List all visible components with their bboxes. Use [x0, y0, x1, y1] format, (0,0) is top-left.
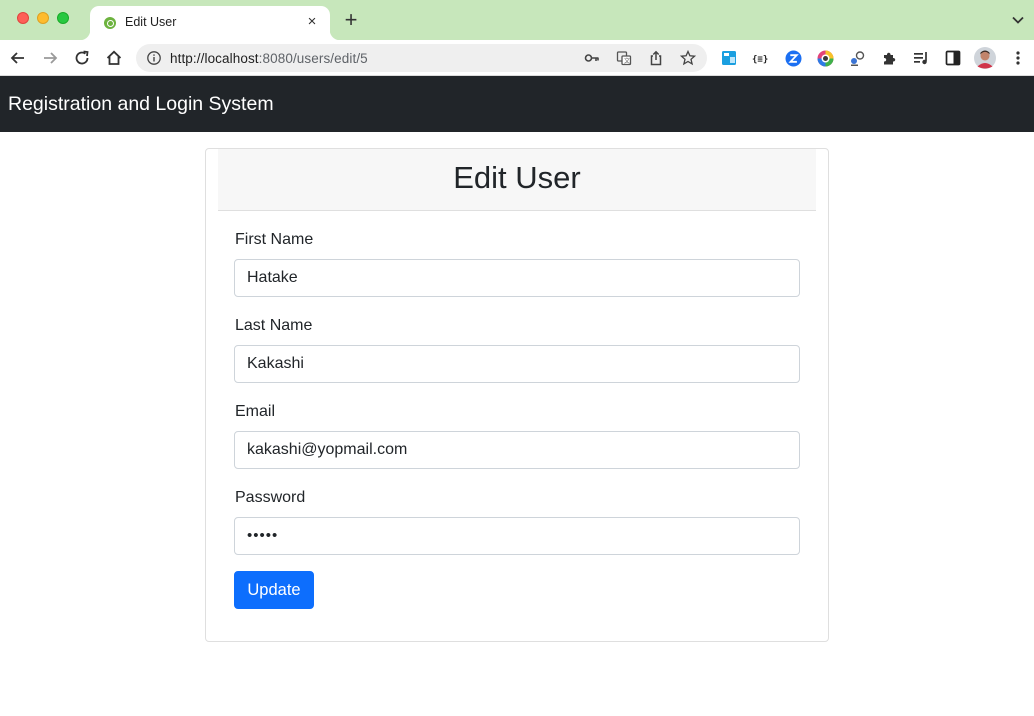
translate-icon[interactable]: 文 — [615, 49, 633, 67]
browser-menu-icon[interactable] — [1008, 48, 1028, 68]
window-close-button[interactable] — [17, 12, 29, 24]
window-zoom-button[interactable] — [57, 12, 69, 24]
bookmark-star-icon[interactable] — [679, 49, 697, 67]
first-name-input[interactable]: Hatake — [234, 259, 800, 297]
email-input[interactable]: kakashi@yopmail.com — [234, 431, 800, 469]
top-navbar: Registration and Login System — [0, 76, 1034, 132]
browser-tabstrip: Edit User × + — [0, 0, 1034, 40]
reading-list-icon[interactable] — [911, 48, 931, 68]
last-name-label: Last Name — [235, 317, 313, 334]
extension-blue-window-icon[interactable] — [719, 48, 739, 68]
update-button[interactable]: Update — [234, 571, 314, 609]
reload-icon[interactable] — [70, 46, 94, 70]
forward-icon[interactable] — [38, 46, 62, 70]
navbar-brand[interactable]: Registration and Login System — [8, 93, 274, 116]
email-label: Email — [235, 403, 276, 420]
extension-gear-icon[interactable] — [847, 48, 867, 68]
address-bar[interactable]: http://localhost:8080/users/edit/5 文 — [136, 44, 707, 72]
share-icon[interactable] — [647, 49, 665, 67]
address-url[interactable]: http://localhost:8080/users/edit/5 — [170, 51, 368, 66]
window-minimize-button[interactable] — [37, 12, 49, 24]
svg-text:{≡}: {≡} — [752, 55, 768, 65]
profile-avatar[interactable] — [974, 47, 996, 69]
home-icon[interactable] — [102, 46, 126, 70]
svg-text:文: 文 — [624, 57, 630, 65]
side-panel-icon[interactable] — [943, 48, 963, 68]
password-label: Password — [235, 489, 306, 506]
last-name-input[interactable]: Kakashi — [234, 345, 800, 383]
edit-user-card: Edit User First Name Hatake Last Name Ka… — [205, 148, 829, 642]
first-name-label: First Name — [235, 231, 314, 248]
back-icon[interactable] — [6, 46, 30, 70]
password-input[interactable]: ••••• — [234, 517, 800, 555]
extension-color-wheel-icon[interactable] — [815, 48, 835, 68]
browser-toolbar: http://localhost:8080/users/edit/5 文 {≡} — [0, 40, 1034, 76]
extension-json-icon[interactable]: {≡} — [751, 48, 771, 68]
extensions-puzzle-icon[interactable] — [879, 48, 899, 68]
spring-leaf-icon — [104, 17, 116, 29]
extension-z-icon[interactable] — [783, 48, 803, 68]
info-icon[interactable] — [146, 50, 162, 66]
new-tab-button[interactable]: + — [342, 9, 360, 31]
page-title: Edit User — [453, 160, 581, 195]
tab-search-chevron-icon[interactable] — [1011, 13, 1025, 27]
tab-close-icon[interactable]: × — [304, 14, 320, 30]
browser-tab-active[interactable]: Edit User × — [80, 6, 340, 40]
tab-title: Edit User — [125, 15, 177, 29]
card-header: Edit User — [218, 149, 816, 211]
key-icon[interactable] — [583, 49, 601, 67]
